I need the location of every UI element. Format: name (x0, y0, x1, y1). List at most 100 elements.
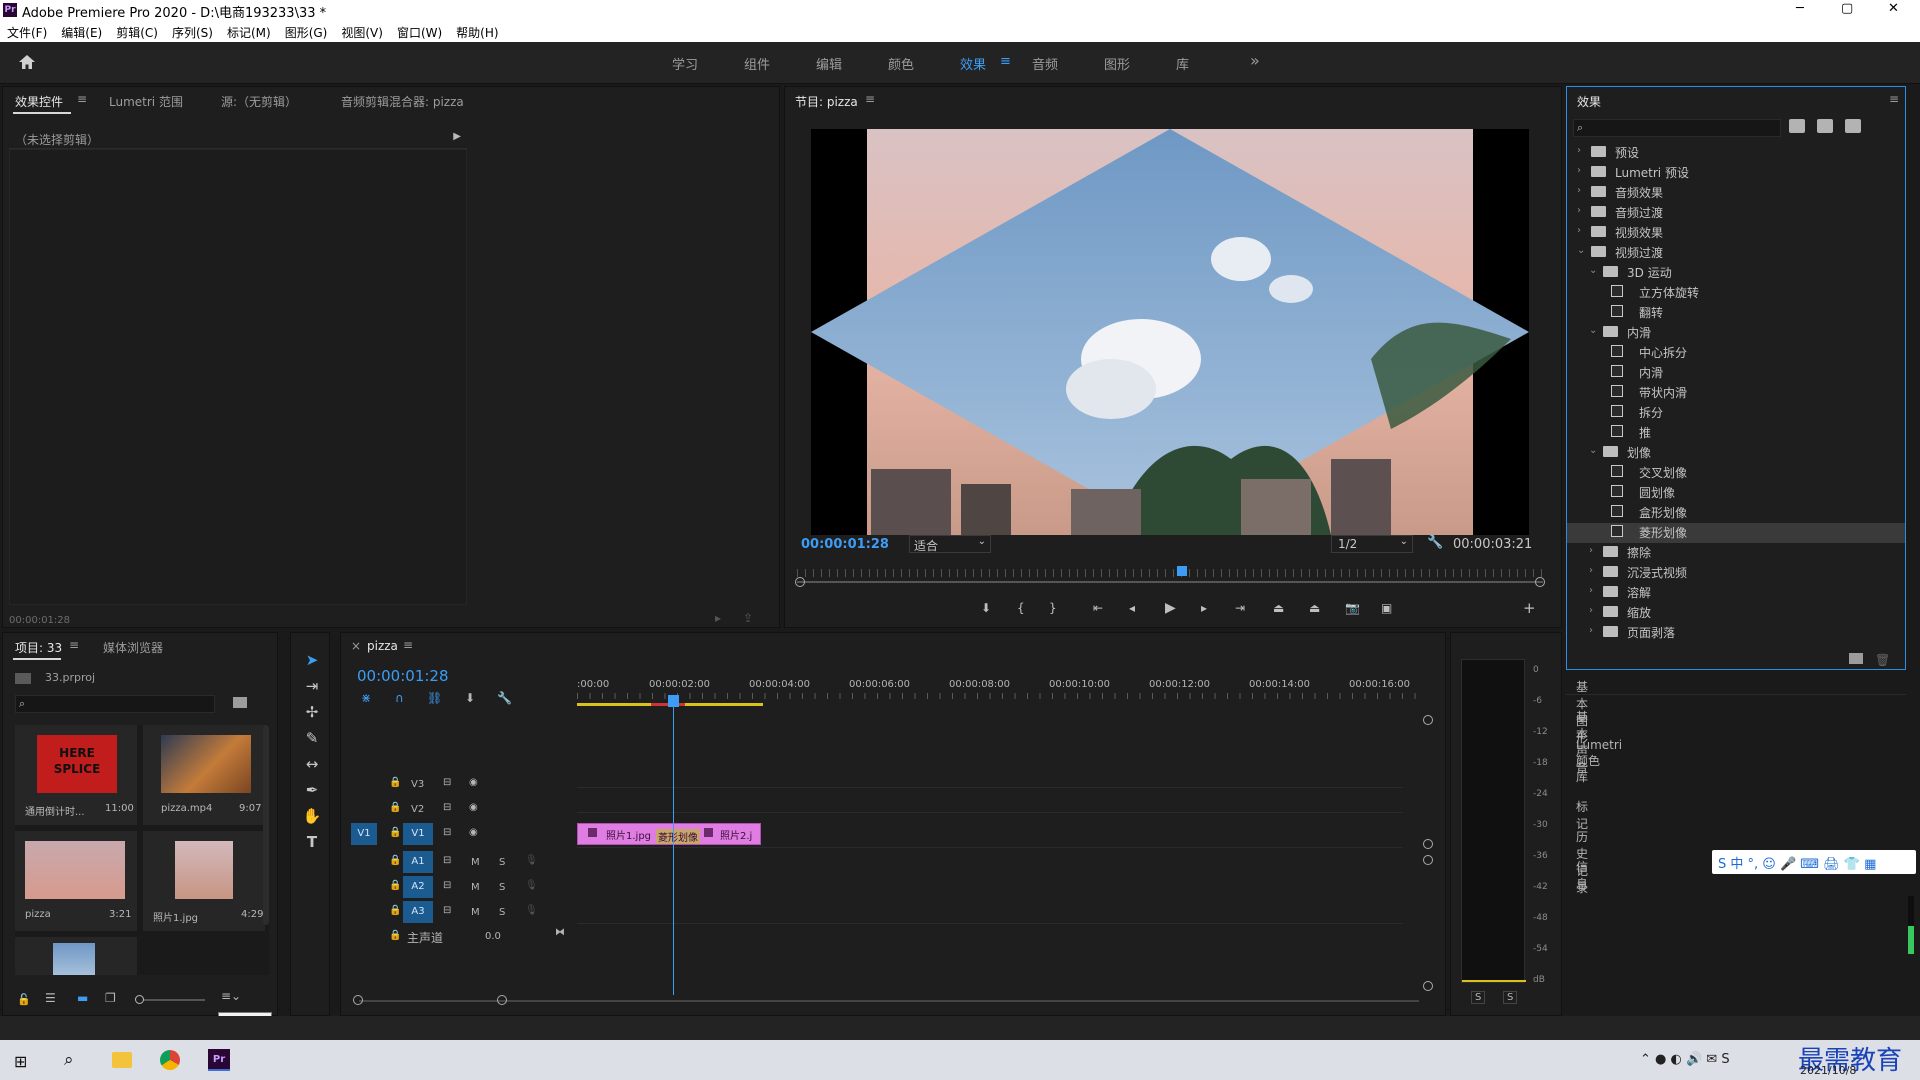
icon-view-icon[interactable]: ▬ (77, 991, 88, 1005)
tray-icons[interactable]: ⌃ ● ◐ 🔊 ✉ S (1640, 1052, 1730, 1067)
effects-folder[interactable]: › 页面剥落 (1567, 623, 1905, 643)
track-label-a1[interactable]: A1 (403, 851, 433, 873)
lock-icon[interactable]: 🔒 (389, 930, 401, 941)
eye-icon[interactable]: ◉ (469, 827, 478, 838)
sync-icon[interactable]: ⊟ (443, 855, 451, 866)
project-item-pizza-mp4[interactable]: pizza.mp4 9:07 (143, 725, 265, 825)
sync-icon[interactable]: ⊟ (443, 802, 451, 813)
timeline-ruler[interactable]: :00:00 00:00:02:00 00:00:04:00 00:00:06:… (577, 677, 1423, 711)
slip-tool-icon[interactable]: ↔ (301, 755, 323, 777)
pen-tool-icon[interactable]: ✒ (301, 781, 323, 803)
program-menu-icon[interactable]: ≡ (865, 92, 875, 106)
project-item-pizza-seq[interactable]: pizza 3:21 (15, 831, 137, 931)
project-menu-icon[interactable]: ≡ (69, 638, 79, 652)
chevron-right-icon[interactable]: › (1577, 145, 1581, 156)
mic-icon[interactable]: 🎙 (525, 880, 538, 891)
zoom-slider[interactable] (135, 995, 205, 1004)
new-bin-icon[interactable] (1849, 653, 1863, 664)
h-scroll-track[interactable] (359, 1000, 1419, 1002)
mic-icon[interactable]: 🎙 (525, 855, 538, 866)
panel-libraries[interactable]: 库 (1576, 768, 1588, 785)
tab-project[interactable]: 项目: 33 (15, 639, 62, 656)
effects-folder[interactable]: › Lumetri 预设 (1567, 163, 1905, 183)
track-label-v2[interactable]: V2 (411, 804, 424, 815)
effect-item[interactable]: 翻转 (1567, 303, 1905, 323)
add-button-icon[interactable]: + (1523, 599, 1536, 617)
mini-playhead[interactable] (1177, 566, 1187, 576)
hand-tool-icon[interactable]: ✋ (301, 807, 323, 829)
track-select-tool-icon[interactable]: ⇥ (301, 677, 323, 699)
export-icon[interactable]: ⇪ (743, 611, 753, 625)
snap-icon[interactable]: ∩ (395, 691, 404, 705)
effects-folder[interactable]: ⌄ 划像 (1567, 443, 1905, 463)
effects-menu-icon[interactable]: ≡ (1889, 92, 1899, 106)
track-label-a3[interactable]: A3 (403, 901, 433, 923)
effect-item[interactable]: 拆分 (1567, 403, 1905, 423)
panel-menu-icon[interactable]: ≡ (77, 92, 87, 106)
project-search-input[interactable]: ⌕ (15, 695, 215, 713)
h-scroll-handle[interactable] (353, 995, 363, 1005)
track-label-v1[interactable]: V1 (403, 823, 433, 845)
yuv-effects-icon[interactable] (1845, 119, 1861, 133)
effect-item[interactable]: 菱形划像 (1567, 523, 1905, 543)
effects-folder[interactable]: › 溶解 (1567, 583, 1905, 603)
solo-button[interactable]: S (499, 857, 505, 868)
chevron-right-icon[interactable]: › (1577, 205, 1581, 216)
play-icon[interactable]: ▶ (1165, 600, 1176, 616)
wrench-icon[interactable]: 🔧 (1427, 535, 1443, 550)
mute-button[interactable]: M (471, 857, 480, 868)
zoom-handle-left[interactable] (795, 577, 805, 587)
razor-tool-icon[interactable]: ✎ (301, 729, 323, 751)
effect-item[interactable]: 盒形划像 (1567, 503, 1905, 523)
step-forward-icon[interactable]: ▸ (1201, 601, 1207, 615)
effects-folder[interactable]: ⌄ 视频过渡 (1567, 243, 1905, 263)
chevron-down-icon[interactable]: ⌄ (1589, 265, 1597, 276)
minimize-button[interactable]: ─ (1796, 1, 1804, 16)
lock-icon[interactable]: 🔒 (389, 802, 401, 813)
master-volume[interactable]: 0.0 (485, 931, 501, 942)
chevron-right-icon[interactable]: › (1589, 625, 1593, 636)
effects-folder[interactable]: ⌄ 内滑 (1567, 323, 1905, 343)
list-view-icon[interactable]: ☰ (45, 991, 56, 1005)
workspace-effects[interactable]: 效果 (960, 54, 986, 73)
sync-icon[interactable]: ⊟ (443, 777, 451, 788)
h-scroll-handle[interactable] (497, 995, 507, 1005)
solo-button[interactable]: S (499, 882, 505, 893)
selection-tool-icon[interactable]: ➤ (301, 651, 323, 673)
menu-graphics[interactable]: 图形(G) (285, 24, 328, 41)
menu-edit[interactable]: 编辑(E) (61, 24, 102, 41)
mute-button[interactable]: M (471, 907, 480, 918)
tab-audio-clip-mixer[interactable]: 音频剪辑混合器: pizza (341, 93, 464, 110)
lock-icon[interactable]: 🔒 (389, 777, 401, 788)
effect-item[interactable]: 圆划像 (1567, 483, 1905, 503)
project-item-countdown[interactable]: HERE SPLICE 通用倒计时... 11:00 (15, 725, 137, 825)
chevron-down-icon[interactable]: ⌄ (1589, 445, 1597, 456)
resolution-dropdown[interactable]: 1/2 ⌄ (1331, 535, 1413, 553)
effect-item[interactable]: 内滑 (1567, 363, 1905, 383)
timeline-close-icon[interactable]: × (351, 639, 361, 653)
workspace-menu-icon[interactable]: ≡ (1000, 54, 1011, 69)
lock-icon[interactable]: 🔒 (389, 855, 401, 866)
premiere-taskbar-icon[interactable]: Pr (208, 1049, 230, 1071)
track-label-a2[interactable]: A2 (403, 876, 433, 898)
step-back-icon[interactable]: ◂ (1129, 601, 1135, 615)
mute-button[interactable]: M (471, 882, 480, 893)
effect-item[interactable]: 带状内滑 (1567, 383, 1905, 403)
type-tool-icon[interactable]: T (301, 833, 323, 855)
workspace-graphics[interactable]: 图形 (1104, 54, 1130, 73)
chevron-right-icon[interactable]: › (1577, 185, 1581, 196)
effects-folder[interactable]: › 擦除 (1567, 543, 1905, 563)
effects-folder[interactable]: › 预设 (1567, 143, 1905, 163)
effects-folder[interactable]: › 音频效果 (1567, 183, 1905, 203)
close-button[interactable]: ✕ (1888, 1, 1899, 16)
menu-marker[interactable]: 标记(M) (227, 24, 271, 41)
effects-folder[interactable]: ⌄ 3D 运动 (1567, 263, 1905, 283)
workspace-more-icon[interactable]: » (1250, 51, 1260, 70)
timeline-menu-icon[interactable]: ≡ (403, 638, 413, 652)
source-patch-v1[interactable]: V1 (351, 823, 377, 845)
ime-toolbar[interactable]: S 中 °, ☺ 🎤 ⌨ 🖨 👕 ▦ (1712, 850, 1916, 874)
search-icon[interactable]: ⌕ (64, 1050, 74, 1070)
effects-folder[interactable]: › 视频效果 (1567, 223, 1905, 243)
tab-lumetri-scopes[interactable]: Lumetri 范围 (109, 93, 183, 110)
solo-left-button[interactable]: S (1471, 991, 1486, 1004)
